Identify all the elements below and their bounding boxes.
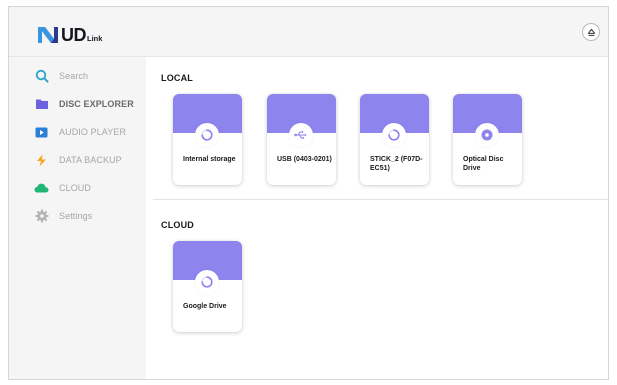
search-icon: [34, 69, 49, 84]
app-window: UD Link Search DISC EXPLORER AUDIO PLAYE…: [8, 6, 609, 380]
sidebar-item-label: Settings: [59, 211, 93, 221]
sidebar-item-cloud[interactable]: CLOUD: [34, 179, 91, 197]
sidebar-item-data-backup[interactable]: DATA BACKUP: [34, 151, 122, 169]
sidebar-item-label: CLOUD: [59, 183, 92, 193]
drive-card-google-drive[interactable]: Google Drive: [173, 241, 242, 332]
drive-card-optical-disc[interactable]: Optical Disc Drive: [453, 94, 522, 185]
eject-icon: [587, 28, 595, 36]
drive-label: Internal storage: [183, 156, 236, 163]
sidebar-item-search[interactable]: Search: [34, 67, 88, 85]
spinner-icon: [382, 123, 406, 147]
play-icon: [34, 125, 49, 140]
spinner-icon: [195, 270, 219, 294]
drive-card-usb[interactable]: USB (0403-0201): [267, 94, 336, 185]
sidebar-item-settings[interactable]: Settings: [34, 207, 92, 225]
spinner-icon: [195, 123, 219, 147]
section-title-local: LOCAL: [161, 73, 193, 83]
logo-text: UD: [61, 25, 87, 45]
folder-icon: [34, 97, 49, 112]
sidebar-item-disc-explorer[interactable]: DISC EXPLORER: [34, 95, 134, 113]
logo-sub-text: Link: [87, 34, 103, 43]
disc-icon: [475, 123, 499, 147]
sidebar-item-audio-player[interactable]: AUDIO PLAYER: [34, 123, 126, 141]
drive-card-internal-storage[interactable]: Internal storage: [173, 94, 242, 185]
sidebar-item-label: DATA BACKUP: [59, 155, 122, 165]
drive-label: STICK_2 (F07D-EC51): [370, 156, 423, 172]
drive-card-stick-2[interactable]: STICK_2 (F07D-EC51): [360, 94, 429, 185]
usb-icon: [289, 123, 313, 147]
sidebar-item-label: Search: [59, 71, 89, 81]
backup-icon: [34, 153, 49, 168]
header: UD Link: [9, 7, 608, 57]
sidebar-item-label: AUDIO PLAYER: [59, 127, 127, 137]
section-divider: [153, 199, 608, 200]
drive-label: Google Drive: [183, 303, 227, 310]
sidebar: Search DISC EXPLORER AUDIO PLAYER DATA B…: [9, 57, 146, 379]
drive-label: Optical Disc Drive: [463, 156, 504, 172]
gear-icon: [34, 209, 49, 224]
cloud-icon: [34, 181, 49, 196]
section-title-cloud: CLOUD: [161, 220, 194, 230]
logo-mark-icon: [37, 25, 59, 45]
drive-label: USB (0403-0201): [277, 156, 332, 163]
sidebar-item-label: DISC EXPLORER: [59, 99, 134, 109]
eject-button[interactable]: [582, 23, 600, 41]
udlink-logo: UD Link: [37, 23, 102, 45]
